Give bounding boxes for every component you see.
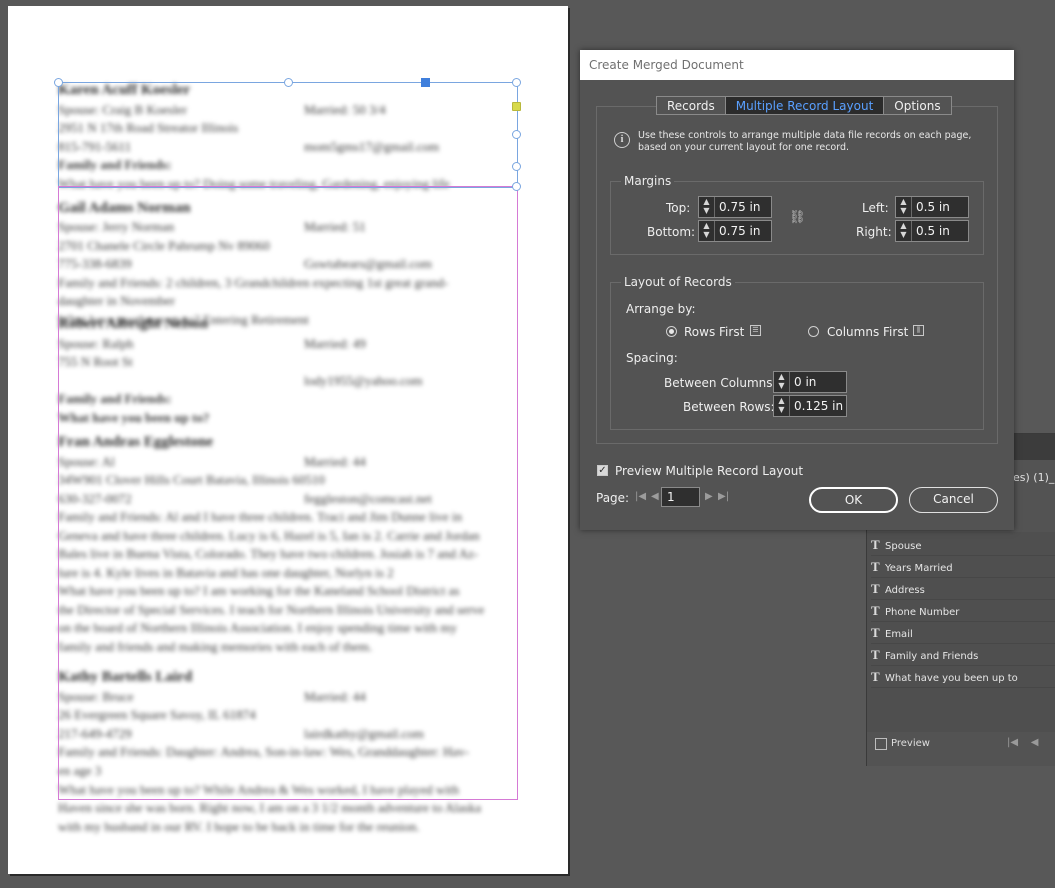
frame-handle[interactable] <box>512 102 521 111</box>
right-margin-label: Right: <box>856 225 892 239</box>
rows-first-icon: ☰ <box>750 325 761 336</box>
info-text: Use these controls to arrange multiple d… <box>638 130 972 153</box>
dialog-title: Create Merged Document <box>580 50 1014 80</box>
field-label: What have you been up to <box>885 673 1018 684</box>
cancel-button[interactable]: Cancel <box>909 487 998 513</box>
previous-page-icon[interactable]: ◀ <box>651 491 659 502</box>
frame-handle[interactable] <box>512 182 521 191</box>
field-label: Spouse <box>885 541 922 552</box>
spinner-arrows-icon[interactable]: ▲ ▼ <box>774 372 790 392</box>
first-page-icon[interactable]: |◀ <box>635 491 646 502</box>
field-email[interactable]: T Email <box>871 622 1055 644</box>
between-rows-label: Between Rows: <box>683 400 775 414</box>
field-label: Years Married <box>885 563 953 574</box>
field-spouse[interactable]: T Spouse <box>871 534 1055 556</box>
margins-title: Margins <box>621 174 675 188</box>
text-field-icon: T <box>871 581 880 596</box>
record-upto-cont: with my husband in our RV. I hope to be … <box>58 819 420 834</box>
create-merged-document-dialog: Create Merged Document Records Multiple … <box>580 50 1014 530</box>
between-columns-field[interactable]: ▲ ▼ 0 in <box>773 371 847 393</box>
left-margin-label: Left: <box>862 201 889 215</box>
rows-first-radio[interactable] <box>666 326 677 337</box>
text-field-icon: T <box>871 559 880 574</box>
frame-handle[interactable] <box>512 78 521 87</box>
field-list: T Spouse T Years Married T Address T Phone N… <box>867 532 1055 732</box>
spinner-arrows-icon[interactable]: ▲ ▼ <box>699 197 715 217</box>
field-label: Family and Friends <box>885 651 979 662</box>
frame-handle[interactable] <box>284 78 293 87</box>
panel-first-record-icon[interactable]: |◀ ◀ <box>1007 737 1038 748</box>
page-label: Page: <box>596 491 630 505</box>
spinner-arrows-icon[interactable]: ▲ ▼ <box>896 197 912 217</box>
spacing-label: Spacing: <box>626 351 678 365</box>
top-margin-label: Top: <box>666 201 691 215</box>
spinner-arrows-icon[interactable]: ▲ ▼ <box>699 221 715 241</box>
columns-first-radio[interactable] <box>808 326 819 337</box>
bottom-margin-value: 0.75 in <box>719 224 761 238</box>
text-field-icon: T <box>871 625 880 640</box>
between-rows-value: 0.125 in <box>794 399 844 413</box>
tab-bar: Records Multiple Record Layout Options <box>656 96 952 115</box>
record-upto-cont: Haven since she was born. Right now, I a… <box>58 800 482 815</box>
frame-handle[interactable] <box>512 130 521 139</box>
columns-first-icon: ⫼ <box>913 325 924 336</box>
left-margin-value: 0.5 in <box>916 200 950 214</box>
selected-text-frame[interactable] <box>58 82 518 188</box>
text-field-icon: T <box>871 669 880 684</box>
field-what-have-you-been-up-to[interactable]: T What have you been up to <box>871 666 1055 688</box>
right-margin-value: 0.5 in <box>916 224 950 238</box>
panel-preview-checkbox[interactable] <box>875 738 887 750</box>
next-page-icon[interactable]: ▶ <box>705 491 713 502</box>
columns-first-label: Columns First <box>827 325 909 339</box>
rows-first-label: Rows First <box>684 325 745 339</box>
between-rows-field[interactable]: ▲ ▼ 0.125 in <box>773 395 847 417</box>
right-margin-field[interactable]: ▲ ▼ 0.5 in <box>895 220 969 242</box>
ok-button[interactable]: OK <box>809 487 898 513</box>
top-margin-value: 0.75 in <box>719 200 761 214</box>
panel-preview-label: Preview <box>891 738 930 749</box>
field-family-and-friends[interactable]: T Family and Friends <box>871 644 1055 666</box>
preview-multiple-record-layout-label: Preview Multiple Record Layout <box>615 464 804 478</box>
data-source-name: es) (1)_af <box>1013 471 1055 484</box>
frame-handle[interactable] <box>421 78 430 87</box>
info-icon: i <box>614 132 630 148</box>
spinner-arrows-icon[interactable]: ▲ ▼ <box>896 221 912 241</box>
tab-options[interactable]: Options <box>883 96 952 115</box>
arrange-by-label: Arrange by: <box>626 302 696 316</box>
bottom-margin-field[interactable]: ▲ ▼ 0.75 in <box>698 220 772 242</box>
frame-handle[interactable] <box>512 162 521 171</box>
text-field-icon: T <box>871 647 880 662</box>
frame-handle[interactable] <box>54 78 63 87</box>
document-page[interactable]: Karen Acuff Koesler Spouse: Craig B Koes… <box>8 6 568 874</box>
last-page-icon[interactable]: ▶| <box>718 491 729 502</box>
spinner-arrows-icon[interactable]: ▲ ▼ <box>774 396 790 416</box>
field-label: Email <box>885 629 913 640</box>
between-columns-value: 0 in <box>794 375 817 389</box>
panel-footer: Preview |◀ ◀ <box>867 734 1055 756</box>
preview-multiple-record-layout-checkbox[interactable]: ✓ <box>597 465 608 476</box>
layout-of-records-title: Layout of Records <box>621 275 735 289</box>
tab-multiple-record-layout[interactable]: Multiple Record Layout <box>724 96 884 115</box>
field-years-married[interactable]: T Years Married <box>871 556 1055 578</box>
left-margin-field[interactable]: ▲ ▼ 0.5 in <box>895 196 969 218</box>
field-phone-number[interactable]: T Phone Number <box>871 600 1055 622</box>
field-label: Phone Number <box>885 607 960 618</box>
text-field-icon: T <box>871 603 880 618</box>
text-field-icon: T <box>871 537 880 552</box>
margin-guide <box>58 186 518 800</box>
field-label: Address <box>885 585 925 596</box>
field-address[interactable]: T Address <box>871 578 1055 600</box>
chain-link-icon[interactable]: ⛓ <box>789 210 806 225</box>
between-columns-label: Between Columns: <box>664 376 777 390</box>
tab-records[interactable]: Records <box>656 96 725 115</box>
top-margin-field[interactable]: ▲ ▼ 0.75 in <box>698 196 772 218</box>
page-number-input[interactable]: 1 <box>661 487 700 507</box>
bottom-margin-label: Bottom: <box>647 225 696 239</box>
